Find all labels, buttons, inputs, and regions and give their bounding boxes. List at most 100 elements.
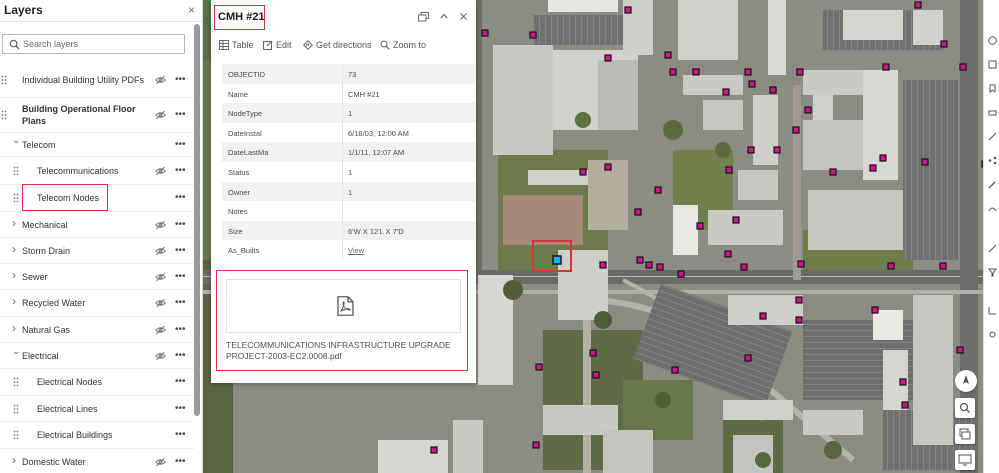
telecom-node-marker[interactable] bbox=[671, 366, 679, 374]
telecom-node-marker[interactable] bbox=[796, 68, 804, 76]
telecom-node-marker[interactable] bbox=[430, 446, 438, 454]
telecom-node-marker[interactable] bbox=[887, 262, 895, 270]
view-link[interactable]: View bbox=[348, 246, 364, 255]
telecom-node-marker[interactable] bbox=[797, 260, 805, 268]
more-options-icon[interactable]: ••• bbox=[175, 271, 186, 282]
telecom-node-marker[interactable] bbox=[804, 106, 812, 114]
drag-handle-icon[interactable] bbox=[13, 377, 19, 387]
telecom-node-marker[interactable] bbox=[724, 250, 732, 258]
measure-icon[interactable] bbox=[988, 132, 997, 141]
telecom-node-marker[interactable] bbox=[740, 263, 748, 271]
drag-handle-icon[interactable] bbox=[13, 193, 19, 203]
more-options-icon[interactable]: ••• bbox=[175, 193, 186, 203]
telecom-node-marker[interactable] bbox=[579, 168, 587, 176]
telecom-node-marker[interactable] bbox=[959, 63, 967, 71]
bookmark-icon[interactable] bbox=[988, 84, 997, 93]
telecom-node-marker[interactable] bbox=[636, 256, 644, 264]
layer-row-natural-gas[interactable]: › Natural Gas ••• bbox=[0, 317, 194, 343]
telecom-node-marker[interactable] bbox=[654, 186, 662, 194]
more-options-icon[interactable]: ••• bbox=[175, 245, 186, 256]
visibility-off-icon[interactable] bbox=[155, 351, 166, 361]
layer-row-building-operational-floor-plans[interactable]: Building Operational Floor Plans ••• bbox=[0, 98, 194, 133]
chevron-right-icon[interactable]: › bbox=[12, 322, 16, 334]
more-options-icon[interactable]: ••• bbox=[175, 324, 186, 335]
layer-row-domestic-water[interactable]: › Domestic Water ••• bbox=[0, 449, 194, 473]
chevron-up-icon[interactable] bbox=[440, 13, 448, 19]
layer-row-telecom-nodes[interactable]: Telecom Nodes ••• bbox=[0, 184, 194, 212]
visibility-off-icon[interactable] bbox=[155, 246, 166, 256]
visibility-off-icon[interactable] bbox=[155, 325, 166, 335]
telecom-node-marker[interactable] bbox=[769, 86, 777, 94]
telecom-node-marker[interactable] bbox=[656, 263, 664, 271]
telecom-node-marker[interactable] bbox=[634, 208, 642, 216]
attachment-filename[interactable]: TELECOMMUNICATIONS INFRASTRUCTURE UPGRAD… bbox=[226, 340, 466, 362]
visibility-off-icon[interactable] bbox=[155, 220, 166, 230]
visibility-off-icon[interactable] bbox=[155, 110, 166, 120]
visibility-off-icon[interactable] bbox=[155, 75, 166, 85]
telecom-node-marker[interactable] bbox=[532, 441, 540, 449]
search-input[interactable] bbox=[23, 36, 181, 52]
more-options-icon[interactable]: ••• bbox=[175, 298, 186, 308]
telecom-node-marker[interactable] bbox=[664, 51, 672, 59]
telecom-node-marker[interactable] bbox=[481, 29, 489, 37]
compass-button[interactable] bbox=[955, 370, 977, 392]
telecom-node-marker[interactable] bbox=[669, 68, 677, 76]
layer-list-scrollbar[interactable] bbox=[194, 24, 200, 416]
visibility-off-icon[interactable] bbox=[155, 457, 166, 467]
telecom-node-marker[interactable] bbox=[604, 54, 612, 62]
layer-row-electrical-lines[interactable]: Electrical Lines ••• bbox=[0, 396, 194, 422]
telecom-node-marker[interactable] bbox=[869, 164, 877, 172]
more-options-icon[interactable]: ••• bbox=[175, 219, 186, 230]
telecom-node-marker[interactable] bbox=[795, 316, 803, 324]
more-options-icon[interactable]: ••• bbox=[175, 430, 186, 440]
telecom-node-marker[interactable] bbox=[599, 261, 607, 269]
telecom-node-marker[interactable] bbox=[956, 346, 964, 354]
telecom-node-marker[interactable] bbox=[624, 6, 632, 14]
more-options-icon[interactable]: ••• bbox=[175, 403, 186, 414]
layer-row-telecommunications[interactable]: Telecommunications ••• bbox=[0, 157, 194, 185]
layer-row-recycled-water[interactable]: › Recycled Water ••• bbox=[0, 290, 194, 317]
info-icon[interactable] bbox=[988, 36, 997, 45]
chevron-right-icon[interactable]: › bbox=[12, 295, 16, 307]
close-icon[interactable]: × bbox=[188, 3, 195, 17]
draw-icon[interactable] bbox=[988, 244, 997, 253]
attachment-card[interactable] bbox=[226, 279, 461, 333]
close-popup-icon[interactable] bbox=[460, 13, 467, 20]
telecom-node-marker[interactable] bbox=[535, 363, 543, 371]
print-icon[interactable] bbox=[988, 108, 997, 117]
drag-handle-icon[interactable] bbox=[13, 404, 19, 414]
telecom-node-marker[interactable] bbox=[879, 154, 887, 162]
telecom-node-marker[interactable] bbox=[829, 168, 837, 176]
telecom-node-marker[interactable] bbox=[732, 216, 740, 224]
telecom-node-marker[interactable] bbox=[747, 146, 755, 154]
more-options-icon[interactable]: ••• bbox=[175, 377, 186, 387]
telecom-node-marker[interactable] bbox=[696, 222, 704, 230]
telecom-node-marker[interactable] bbox=[795, 296, 803, 304]
sketch-icon[interactable] bbox=[988, 204, 997, 213]
edit-tool-icon[interactable] bbox=[988, 180, 997, 189]
visibility-off-icon[interactable] bbox=[155, 166, 166, 176]
visibility-off-icon[interactable] bbox=[155, 272, 166, 282]
drag-handle-icon[interactable] bbox=[13, 430, 19, 440]
chevron-down-icon[interactable]: ⌄ bbox=[12, 346, 20, 356]
telecom-node-marker[interactable] bbox=[645, 261, 653, 269]
telecom-node-marker[interactable] bbox=[921, 158, 929, 166]
drag-handle-icon[interactable] bbox=[13, 166, 19, 176]
filter-icon[interactable] bbox=[988, 268, 997, 277]
more-options-icon[interactable]: ••• bbox=[175, 165, 186, 176]
more-options-icon[interactable]: ••• bbox=[175, 456, 186, 467]
layer-row-electrical-nodes[interactable]: Electrical Nodes ••• bbox=[0, 369, 194, 396]
chevron-right-icon[interactable]: › bbox=[12, 243, 16, 255]
layer-row-electrical[interactable]: ⌄ Electrical ••• bbox=[0, 343, 194, 369]
drag-handle-icon[interactable] bbox=[1, 75, 7, 85]
more-options-icon[interactable]: ••• bbox=[175, 110, 186, 120]
chevron-right-icon[interactable]: › bbox=[12, 269, 16, 281]
layer-row-electrical-buildings[interactable]: Electrical Buildings ••• bbox=[0, 422, 194, 449]
telecom-node-marker[interactable] bbox=[882, 63, 890, 71]
dock-icon[interactable] bbox=[418, 12, 429, 22]
visibility-off-icon[interactable] bbox=[155, 298, 166, 308]
layer-row-telecom[interactable]: ⌄ Telecom ••• bbox=[0, 133, 194, 157]
share-icon[interactable] bbox=[988, 156, 997, 165]
more-options-icon[interactable]: ••• bbox=[175, 350, 186, 361]
telecom-node-marker[interactable] bbox=[592, 371, 600, 379]
